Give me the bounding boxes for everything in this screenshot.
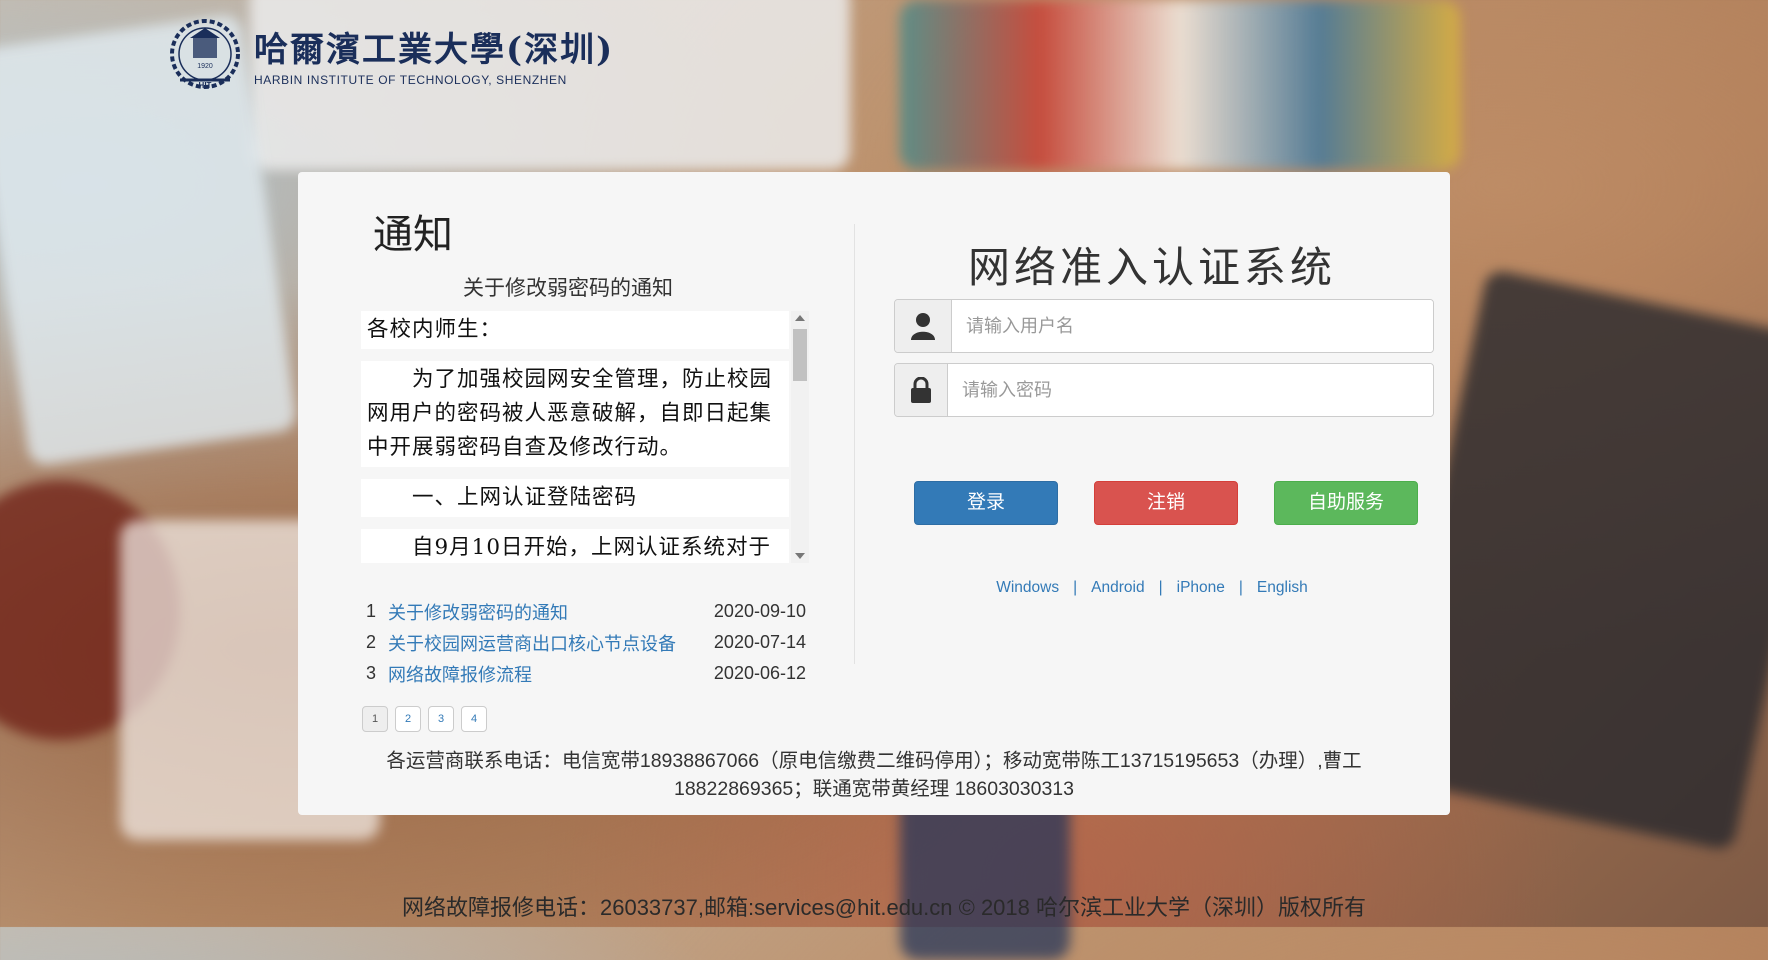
list-item-number: 2 <box>366 632 377 652</box>
notice-date: 2020-09-10 <box>713 601 806 621</box>
notice-link[interactable]: 网络故障报修流程 <box>388 661 712 687</box>
logout-button[interactable]: 注销 <box>1094 481 1238 525</box>
username-group <box>894 299 1434 353</box>
self-service-button[interactable]: 自助服务 <box>1274 481 1418 525</box>
notice-heading: 通知 <box>373 212 453 258</box>
page-button-1[interactable]: 1 <box>362 706 388 732</box>
link-iphone[interactable]: iPhone <box>1177 579 1225 596</box>
password-input[interactable] <box>948 364 1433 416</box>
login-title: 网络准入认证系统 <box>967 244 1336 291</box>
link-separator: | <box>1238 579 1243 596</box>
link-separator: | <box>1073 579 1078 596</box>
notice-subtitle: 关于修改弱密码的通知 <box>463 277 673 300</box>
list-item-number: 3 <box>366 663 377 683</box>
scrollbar[interactable] <box>791 311 809 563</box>
notice-paragraph: 一、上网认证登陆密码 <box>361 479 789 517</box>
link-windows[interactable]: Windows <box>996 579 1059 596</box>
page-button-2[interactable]: 2 <box>395 706 421 732</box>
scroll-up-icon[interactable] <box>795 315 805 321</box>
bg-books <box>900 0 1460 170</box>
pagination: 1 2 3 4 <box>362 706 494 732</box>
svg-text:HIT: HIT <box>199 81 212 90</box>
notice-date: 2020-06-12 <box>713 663 806 683</box>
user-icon <box>895 300 952 352</box>
notice-link[interactable]: 关于校园网运营商出口核心节点设备 <box>388 630 712 656</box>
scroll-down-icon[interactable] <box>795 553 805 559</box>
list-item: 3 网络故障报修流程 2020-06-12 <box>366 658 806 689</box>
footer-text: 网络故障报修电话：26033737,邮箱:services@hit.edu.cn… <box>401 895 1367 920</box>
notice-link[interactable]: 关于修改弱密码的通知 <box>388 599 712 625</box>
contact-line-2: 18822869365；联通宽带黄经理 18603030313 <box>673 778 1074 800</box>
school-name-cn: 哈爾濱工業大學(深圳) <box>254 29 615 70</box>
notice-content-scroll[interactable]: 各校内师生： 为了加强校园网安全管理，防止校园网用户的密码被人恶意破解，自即日起… <box>361 311 809 563</box>
main-panel: 通知 关于修改弱密码的通知 各校内师生： 为了加强校园网安全管理，防止校园网用户… <box>298 172 1450 815</box>
svg-text:1920: 1920 <box>197 63 213 70</box>
login-button[interactable]: 登录 <box>914 481 1058 525</box>
school-emblem-icon: 1920 HIT <box>170 19 240 90</box>
lock-icon <box>895 364 948 416</box>
notice-date: 2020-07-14 <box>713 632 806 652</box>
list-item: 2 关于校园网运营商出口核心节点设备 2020-07-14 <box>366 627 806 658</box>
scrollbar-thumb[interactable] <box>793 329 807 381</box>
notice-paragraph: 为了加强校园网安全管理，防止校园网用户的密码被人恶意破解，自即日起集中开展弱密码… <box>361 361 789 467</box>
client-links: Windows | Android | iPhone | English <box>854 579 1450 597</box>
notice-paragraph: 各校内师生： <box>361 311 789 349</box>
page-button-4[interactable]: 4 <box>461 706 487 732</box>
list-item: 1 关于修改弱密码的通知 2020-09-10 <box>366 596 806 627</box>
link-english[interactable]: English <box>1257 579 1308 596</box>
notice-list: 1 关于修改弱密码的通知 2020-09-10 2 关于校园网运营商出口核心节点… <box>366 596 806 689</box>
notice-paragraph: 自9月10日开始，上网认证系统对于 <box>361 529 789 563</box>
contact-line-1: 各运营商联系电话：电信宽带18938867066（原电信缴费二维码停用）；移动宽… <box>386 750 1362 772</box>
isp-contact-info: 各运营商联系电话：电信宽带18938867066（原电信缴费二维码停用）；移动宽… <box>358 747 1390 803</box>
list-item-number: 1 <box>366 601 377 621</box>
page-button-3[interactable]: 3 <box>428 706 454 732</box>
school-name-en: HARBIN INSTITUTE OF TECHNOLOGY, SHENZHEN <box>254 72 567 87</box>
school-logo: 1920 HIT 哈爾濱工業大學(深圳) HARBIN INSTITUTE OF… <box>160 18 614 90</box>
link-separator: | <box>1158 579 1163 596</box>
password-group <box>894 363 1434 417</box>
link-android[interactable]: Android <box>1091 579 1144 596</box>
username-input[interactable] <box>952 300 1433 352</box>
